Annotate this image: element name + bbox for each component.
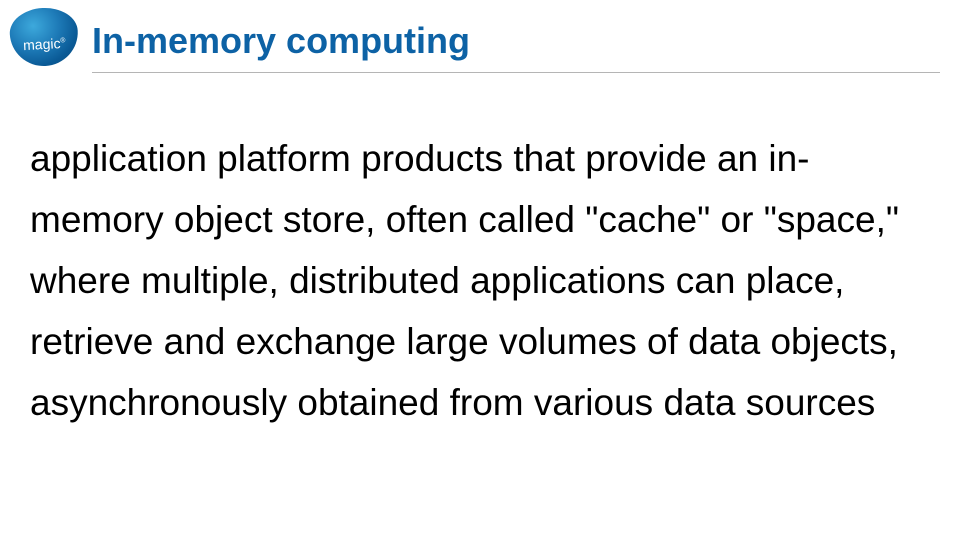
body-paragraph: application platform products that provi… [30, 128, 920, 433]
brand-logo: magic® [10, 8, 78, 66]
logo-shape: magic® [9, 6, 80, 67]
logo-trademark: ® [60, 37, 66, 44]
slide-header: In-memory computing [92, 20, 940, 73]
title-divider [92, 72, 940, 73]
logo-brand-text: magic® [23, 35, 66, 53]
logo-brand-name: magic [23, 35, 61, 53]
page-title: In-memory computing [92, 20, 940, 72]
